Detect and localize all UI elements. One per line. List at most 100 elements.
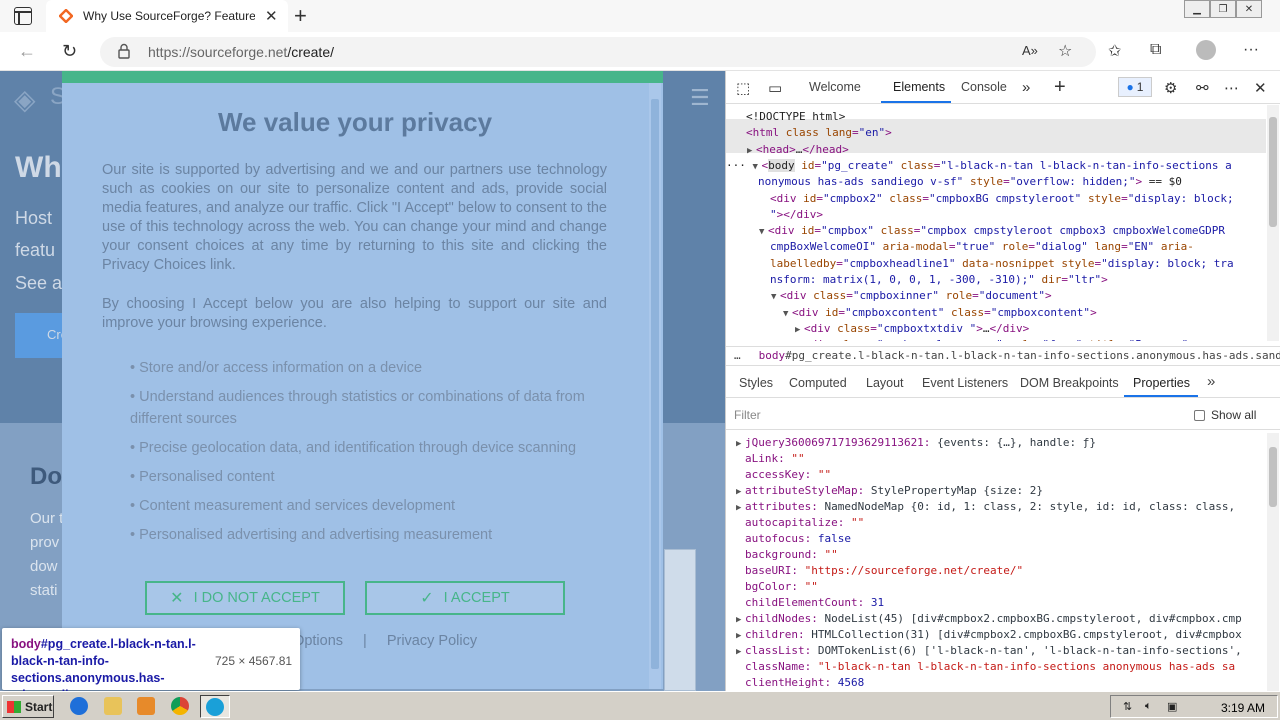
folder-icon[interactable] [104, 697, 122, 715]
dom-node-line[interactable]: labelledby="cmpboxheadline1" data-nosnip… [770, 256, 1234, 272]
filter-input[interactable]: Filter [734, 408, 761, 422]
dom-node-line[interactable]: nsform: matrix(1, 0, 0, 1, -300, -310);"… [770, 272, 1108, 288]
dialog-scrollbar[interactable] [649, 83, 661, 689]
add-tab-icon[interactable]: + [1054, 76, 1066, 99]
collapse-arrow-icon[interactable]: ▼ [795, 338, 804, 341]
dom-node-line[interactable]: ▶ <div class="cmpboxtxtdiv ">…</div> [795, 321, 1029, 337]
expand-arrow-icon[interactable]: ▶ [747, 143, 756, 159]
tab-event-listeners[interactable]: Event Listeners [922, 376, 1008, 390]
favorites-icon[interactable]: ✩ [1108, 41, 1121, 61]
tab-computed[interactable]: Computed [789, 376, 847, 390]
address-bar[interactable]: https://sourceforge.net/create/ A» ☆ [100, 37, 1096, 67]
node-actions-icon[interactable]: ··· [726, 159, 753, 172]
property-row[interactable]: autocapitalize: "" [745, 515, 864, 531]
tab-console[interactable]: Console [961, 80, 1007, 94]
chrome-icon[interactable] [171, 697, 189, 715]
breadcrumb-tag[interactable]: body [759, 349, 786, 362]
reject-button[interactable]: ✕ I DO NOT ACCEPT [145, 581, 345, 615]
dom-node-line[interactable]: "></div> [770, 207, 823, 223]
property-row[interactable]: ▶ attributes: NamedNodeMap {0: id, 1: cla… [736, 499, 1235, 515]
dom-node-line[interactable]: <div id="cmpbox2" class="cmpboxBG cmpsty… [770, 191, 1234, 207]
property-row[interactable]: accessKey: "" [745, 467, 831, 483]
expand-arrow-icon[interactable]: ▶ [736, 644, 745, 660]
breadcrumb-more-icon[interactable]: … [734, 349, 741, 362]
display-icon[interactable]: ▣ [1167, 700, 1177, 713]
tab-close-icon[interactable]: ✕ [265, 7, 278, 25]
devtools-more-icon[interactable]: ⋯ [1224, 79, 1239, 97]
property-row[interactable]: bgColor: "" [745, 579, 818, 595]
inspect-element-icon[interactable]: ⬚ [736, 79, 750, 97]
property-row[interactable]: ▶ attributeStyleMap: StylePropertyMap {si… [736, 483, 1043, 499]
dom-node-line[interactable]: <html class lang="en"> [746, 125, 892, 141]
privacy-policy-link[interactable]: Privacy Policy [387, 633, 477, 649]
settings-gear-icon[interactable]: ⚙ [1164, 79, 1177, 97]
dom-scrollbar[interactable] [1267, 105, 1279, 341]
property-row[interactable]: baseURI: "https://sourceforge.net/create… [745, 563, 1023, 579]
expand-arrow-icon[interactable]: ▶ [736, 612, 745, 628]
property-row[interactable]: ▶ children: HTMLCollection(31) [div#cmpbo… [736, 627, 1242, 643]
property-row[interactable]: childElementCount: 31 [745, 595, 884, 611]
property-row[interactable]: className: "l-black-n-tan l-black-n-tan-… [745, 659, 1235, 675]
collapse-arrow-icon[interactable]: ▼ [753, 159, 762, 175]
property-row[interactable]: background: "" [745, 547, 838, 563]
tab-dom-breakpoints[interactable]: DOM Breakpoints [1020, 376, 1119, 390]
properties-list[interactable]: ▶ jQuery360069717193629113621: {events: {… [726, 433, 1266, 691]
add-favorite-icon[interactable]: ☆ [1058, 41, 1072, 61]
property-row[interactable]: ▶ jQuery360069717193629113621: {events: {… [736, 435, 1096, 451]
expand-arrow-icon[interactable]: ▶ [736, 484, 745, 500]
dom-node-line[interactable]: ▼ <div id="cmpboxcontent" class="cmpboxco… [783, 305, 1097, 321]
more-subtabs-icon[interactable]: » [1207, 373, 1215, 390]
collapse-arrow-icon[interactable]: ▼ [783, 306, 792, 322]
tab-welcome[interactable]: Welcome [809, 80, 861, 94]
network-icon[interactable]: ⇅ [1123, 700, 1132, 713]
dom-node-line[interactable]: ▼ <div class="cmpboxinner" role="document… [771, 288, 1052, 304]
more-tabs-icon[interactable]: » [1022, 79, 1030, 96]
new-tab-icon[interactable]: + [294, 3, 307, 29]
volume-icon[interactable]: 🔈︎ [1145, 700, 1152, 713]
tab-layout[interactable]: Layout [866, 376, 904, 390]
dom-node-line[interactable]: cmpBoxWelcomeOI" aria-modal="true" role=… [770, 239, 1194, 255]
expand-arrow-icon[interactable]: ▶ [795, 322, 804, 338]
accept-button[interactable]: ✓ I ACCEPT [365, 581, 565, 615]
restore-icon[interactable]: ❐ [1210, 0, 1236, 18]
refresh-icon[interactable]: ↻ [62, 41, 77, 62]
minimize-icon[interactable]: ▁ [1184, 0, 1210, 18]
expand-arrow-icon[interactable]: ▶ [736, 628, 745, 644]
browser-tab[interactable]: Why Use SourceForge? Features a ✕ [46, 0, 288, 32]
profile-avatar-icon[interactable] [1196, 40, 1216, 60]
collapse-arrow-icon[interactable]: ▼ [759, 224, 768, 240]
properties-scrollbar[interactable] [1267, 433, 1279, 691]
breadcrumb-path[interactable]: #pg_create.l-black-n-tan.l-black-n-tan-i… [785, 349, 1280, 362]
collapse-arrow-icon[interactable]: ▼ [771, 289, 780, 305]
properties-scrollbar-thumb[interactable] [1269, 447, 1277, 507]
tab-actions-icon[interactable] [14, 7, 32, 25]
read-aloud-icon[interactable]: A» [1022, 43, 1038, 58]
tab-elements[interactable]: Elements [893, 80, 945, 94]
property-row[interactable]: autofocus: false [745, 531, 851, 547]
dom-node-line[interactable]: ▼<div class="cmpboxwelcomeprps" role="fo… [795, 337, 1195, 341]
show-all-checkbox[interactable] [1194, 410, 1205, 421]
dom-scrollbar-thumb[interactable] [1269, 117, 1277, 227]
device-toolbar-icon[interactable]: ▭ [768, 79, 782, 97]
lock-icon[interactable] [118, 43, 130, 62]
dom-node-line[interactable]: ▶ <head>…</head> [747, 142, 849, 158]
issues-badge[interactable]: ● 1 [1118, 77, 1152, 97]
close-window-icon[interactable]: ✕ [1236, 0, 1262, 18]
property-row[interactable]: ▶ childNodes: NodeList(45) [div#cmpbox2.c… [736, 611, 1242, 627]
dom-node-line[interactable]: ▼ <div id="cmpbox" class="cmpbox cmpstyle… [759, 223, 1225, 239]
start-button[interactable]: Start [2, 695, 54, 718]
dom-node-line[interactable]: nonymous has-ads sandiego v-sf" style="o… [758, 174, 1182, 190]
expand-arrow-icon[interactable]: ▶ [736, 500, 745, 516]
dom-node-line[interactable]: ··· ▼ <body id="pg_create" class="l-black… [726, 158, 1232, 174]
edge-taskbar-button[interactable] [200, 695, 230, 718]
expand-arrow-icon[interactable]: ▶ [736, 436, 745, 452]
property-row[interactable]: aLink: "" [745, 451, 805, 467]
back-icon[interactable]: ← [18, 41, 36, 62]
dialog-scrollbar-thumb[interactable] [651, 99, 659, 669]
ie-icon[interactable] [70, 697, 88, 715]
media-player-icon[interactable] [137, 697, 155, 715]
dom-node-line[interactable]: <!DOCTYPE html> [746, 109, 845, 125]
property-row[interactable]: ▶ classList: DOMTokenList(6) ['l-black-n-… [736, 643, 1242, 659]
devtools-close-icon[interactable]: ✕ [1254, 79, 1267, 97]
more-menu-icon[interactable]: ··· [1243, 41, 1259, 59]
